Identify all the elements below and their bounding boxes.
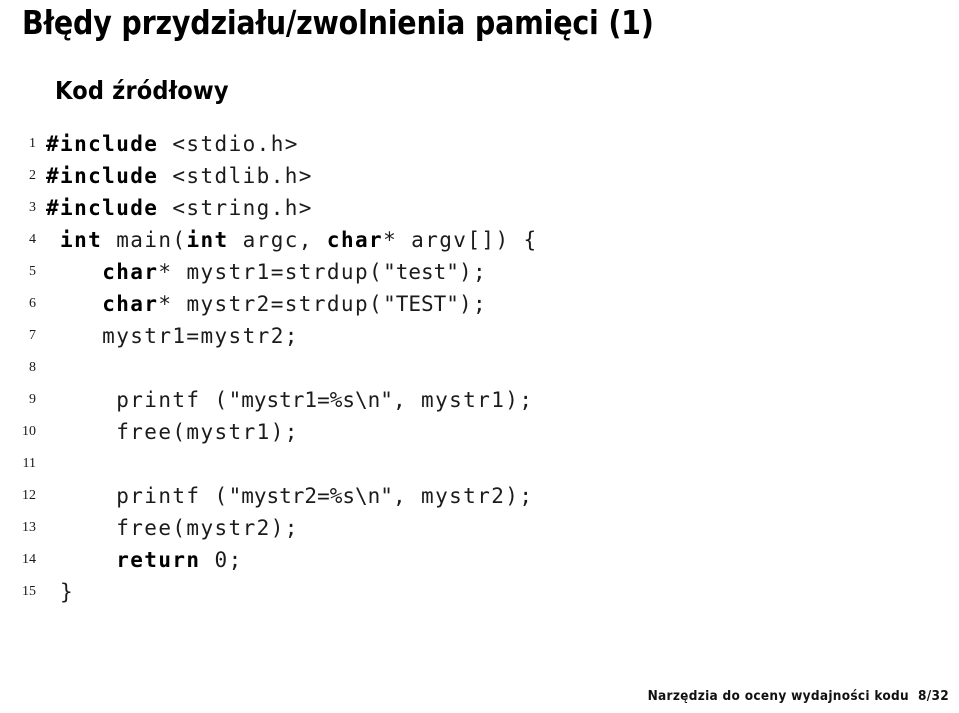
code-line-number: 15: [22, 584, 36, 599]
code-line: 1 #include <stdio.h>: [0, 128, 959, 160]
code-token-kw: int: [186, 228, 229, 252]
code-token-str: "test": [383, 260, 459, 284]
code-token-plain: , mystr1);: [392, 388, 534, 412]
code-line-number: 5: [29, 264, 36, 279]
code-line-number: 4: [29, 232, 36, 247]
code-line: 7 mystr1=mystr2;: [0, 320, 959, 352]
code-token-plain: main(: [102, 228, 187, 252]
code-line: 15 }: [0, 576, 959, 608]
code-line: 5 char* mystr1=strdup("test");: [0, 256, 959, 288]
code-token-kw: char: [326, 228, 384, 252]
code-line-text: int main(int argc, char* argv[]) {: [46, 224, 538, 256]
code-token-plain: printf (: [46, 388, 229, 412]
code-line-text: free(mystr2);: [46, 512, 299, 544]
code-line-text: #include <stdlib.h>: [46, 160, 313, 192]
code-token-pp: #include: [46, 132, 173, 156]
code-token-plain: );: [458, 292, 488, 316]
code-line: 9 printf ("mystr1=%s\n", mystr1);: [0, 384, 959, 416]
code-line-text: printf ("mystr1=%s\n", mystr1);: [46, 384, 533, 416]
code-token-plain: free(mystr1);: [46, 420, 299, 444]
code-line-number: 1: [29, 136, 36, 151]
code-token-pp: #include: [46, 164, 173, 188]
code-token-str: "TEST": [383, 292, 459, 316]
code-line-text: return 0;: [46, 544, 243, 576]
code-line-text: char* mystr1=strdup("test");: [46, 256, 487, 288]
page-title: Błędy przydziału/zwolnienia pamięci (1): [22, 3, 654, 42]
code-line: 12 printf ("mystr2=%s\n", mystr2);: [0, 480, 959, 512]
code-line: 11: [0, 448, 959, 480]
code-line: 4 int main(int argc, char* argv[]) {: [0, 224, 959, 256]
code-token-plain: <stdio.h>: [172, 132, 299, 156]
code-line: 6 char* mystr2=strdup("TEST");: [0, 288, 959, 320]
code-line: 13 free(mystr2);: [0, 512, 959, 544]
code-token-plain: , mystr2);: [392, 484, 534, 508]
code-line-number: 2: [29, 168, 36, 183]
code-line-number: 14: [22, 552, 36, 567]
code-token-plain: }: [46, 580, 75, 604]
code-block-heading: Kod źródłowy: [55, 76, 229, 105]
code-line-number: 8: [29, 360, 36, 375]
code-token-plain: 0;: [200, 548, 243, 572]
code-line-text: free(mystr1);: [46, 416, 299, 448]
code-line-number: 3: [29, 200, 36, 215]
code-token-kw: int: [60, 228, 103, 252]
code-token-plain: );: [458, 260, 488, 284]
code-token-str: "mystr2=%s\n": [228, 484, 393, 508]
code-line-number: 7: [29, 328, 36, 343]
code-token-kw: char: [102, 292, 159, 316]
code-line-text: printf ("mystr2=%s\n", mystr2);: [46, 480, 533, 512]
code-line: 2 #include <stdlib.h>: [0, 160, 959, 192]
slide-footer: Narzędzia do oceny wydajności kodu 8/32: [648, 687, 949, 705]
code-token-str: "mystr1=%s\n": [228, 388, 393, 412]
code-line: 14 return 0;: [0, 544, 959, 576]
footer-page-number: 8/32: [918, 688, 949, 704]
code-line-text: #include <stdio.h>: [46, 128, 299, 160]
code-line-number: 13: [22, 520, 36, 535]
code-line-number: 11: [22, 456, 36, 471]
code-token-plain: free(mystr2);: [46, 516, 299, 540]
code-token-plain: * argv[]) {: [383, 228, 538, 252]
code-line: 3 #include <string.h>: [0, 192, 959, 224]
code-line-number: 10: [22, 424, 36, 439]
source-code-listing: 1 #include <stdio.h> 2 #include <stdlib.h> 3…: [0, 128, 959, 608]
code-line-number: 9: [29, 392, 36, 407]
code-token-kw: char: [102, 260, 159, 284]
footer-title: Narzędzia do oceny wydajności kodu: [647, 688, 909, 704]
code-line-text: }: [46, 576, 74, 608]
code-token-kw: return: [116, 548, 201, 572]
code-token-plain: * mystr2=strdup(: [158, 292, 384, 316]
code-line-number: 6: [29, 296, 36, 311]
code-token-plain: <string.h>: [172, 196, 313, 220]
code-line: 10 free(mystr1);: [0, 416, 959, 448]
code-line: 8: [0, 352, 959, 384]
code-line-text: mystr1=mystr2;: [46, 320, 299, 352]
code-line-text: char* mystr2=strdup("TEST");: [46, 288, 487, 320]
code-token-plain: argc,: [228, 228, 327, 252]
code-line-text: #include <string.h>: [46, 192, 313, 224]
code-token-plain: <stdlib.h>: [172, 164, 313, 188]
code-token-pp: #include: [46, 196, 173, 220]
code-token-plain: mystr1=mystr2;: [46, 324, 299, 348]
code-token-plain: * mystr1=strdup(: [158, 260, 384, 284]
code-line-number: 12: [22, 488, 36, 503]
code-token-plain: printf (: [46, 484, 229, 508]
